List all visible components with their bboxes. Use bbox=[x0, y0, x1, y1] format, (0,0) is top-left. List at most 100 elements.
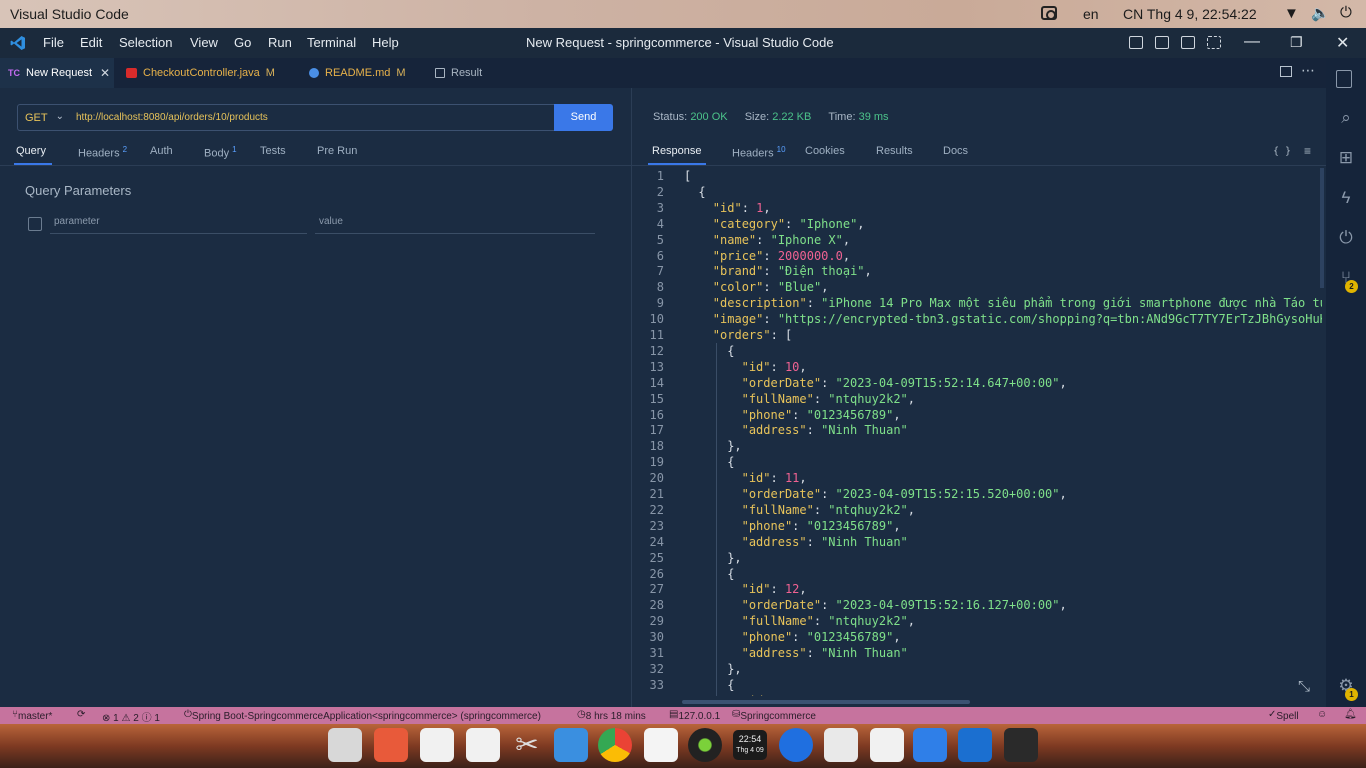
tab-query[interactable]: Query bbox=[16, 145, 46, 157]
expand-icon[interactable]: ⤡ bbox=[1298, 678, 1310, 695]
search-icon[interactable]: ⌕ bbox=[1336, 108, 1356, 128]
chrome-icon[interactable] bbox=[598, 728, 632, 762]
menu-run[interactable]: Run bbox=[268, 35, 292, 50]
os-clock[interactable]: CN Thg 4 9, 22:54:22 bbox=[1123, 6, 1257, 22]
value-input[interactable]: value bbox=[315, 212, 595, 234]
github-desktop-icon[interactable] bbox=[644, 728, 678, 762]
tab-response-headers[interactable]: Headers 10 bbox=[732, 145, 786, 160]
menu-view[interactable]: View bbox=[190, 35, 218, 50]
thunder-client-activity-icon[interactable]: ϟ bbox=[1336, 188, 1356, 208]
explorer-icon[interactable] bbox=[1336, 70, 1352, 88]
vscode-dock-icon[interactable] bbox=[958, 728, 992, 762]
send-button[interactable]: Send bbox=[554, 104, 613, 131]
json-token: , bbox=[864, 264, 872, 279]
tab-results[interactable]: Results bbox=[876, 145, 913, 157]
window-manager-icon[interactable] bbox=[554, 728, 588, 762]
toggle-panel-icon[interactable] bbox=[1155, 36, 1169, 49]
line-content: "description": "iPhone 14 Pro Max một si… bbox=[713, 295, 1322, 311]
tab-auth[interactable]: Auth bbox=[150, 145, 173, 157]
tab-readme[interactable]: README.md M bbox=[309, 58, 406, 88]
input-language-indicator[interactable]: en bbox=[1083, 6, 1099, 22]
restore-window-icon[interactable]: ❐ bbox=[1290, 34, 1303, 51]
db-name[interactable]: ⛁ Springcommerce bbox=[732, 709, 816, 722]
camera-app-icon[interactable] bbox=[824, 728, 858, 762]
parameter-input[interactable]: parameter bbox=[50, 212, 307, 234]
spring-boot-dashboard-icon[interactable]: ⏻ bbox=[1336, 228, 1356, 248]
split-editor-icon[interactable] bbox=[1280, 66, 1292, 77]
problems-indicator[interactable]: ⊗ 1 ⚠ 2 ⓘ 1 bbox=[102, 709, 160, 724]
spring-app-label: Spring Boot-SpringcommerceApplication<sp… bbox=[191, 711, 541, 722]
screenshot-tool-icon[interactable]: ✂ bbox=[510, 728, 544, 762]
tab-result[interactable]: Result bbox=[435, 58, 482, 88]
tab-tests[interactable]: Tests bbox=[260, 145, 286, 157]
file-manager-icon[interactable] bbox=[328, 728, 362, 762]
update-manager-icon[interactable] bbox=[913, 728, 947, 762]
volume-icon[interactable]: 🔈 bbox=[1311, 4, 1330, 22]
feedback-icon[interactable]: ☺ bbox=[1317, 709, 1327, 720]
vertical-scrollbar[interactable] bbox=[1320, 168, 1324, 288]
menu-help[interactable]: Help bbox=[372, 35, 399, 50]
line-number: 14 bbox=[649, 375, 664, 390]
wifi-icon[interactable]: ▼ bbox=[1284, 5, 1299, 22]
json-token: , bbox=[907, 614, 916, 629]
spring-boot-app-status[interactable]: ⏻ Spring Boot-SpringcommerceApplication<… bbox=[184, 709, 541, 722]
json-token: "image" bbox=[712, 312, 764, 327]
status-value: 200 OK bbox=[690, 111, 728, 123]
wrap-lines-icon[interactable]: ≡ bbox=[1304, 144, 1311, 158]
json-token: "fullName" bbox=[741, 391, 814, 406]
menu-go[interactable]: Go bbox=[234, 35, 251, 50]
tab-response[interactable]: Response bbox=[652, 145, 702, 157]
os-active-app-name[interactable]: Visual Studio Code bbox=[10, 6, 129, 22]
toggle-primary-sidebar-icon[interactable] bbox=[1129, 36, 1143, 49]
tab-headers[interactable]: Headers 2 bbox=[78, 145, 127, 160]
extensions-icon[interactable]: ⊞ bbox=[1336, 148, 1356, 168]
line-content: }, bbox=[727, 661, 741, 677]
format-json-icon[interactable]: { } bbox=[1273, 146, 1291, 157]
menu-selection[interactable]: Selection bbox=[119, 35, 172, 50]
line-number: 23 bbox=[649, 518, 664, 533]
method-select[interactable]: GET ⌄ bbox=[17, 104, 71, 131]
line-number: 13 bbox=[649, 359, 664, 374]
param-enable-checkbox[interactable] bbox=[28, 217, 42, 231]
git-branch[interactable]: ⑂ master* bbox=[12, 709, 52, 722]
tab-body[interactable]: Body 1 bbox=[204, 145, 237, 160]
menu-edit[interactable]: Edit bbox=[80, 35, 102, 50]
tab-checkout-controller[interactable]: CheckoutController.java M bbox=[126, 58, 275, 88]
code-line: 9 "description": "iPhone 14 Pro Max một s… bbox=[632, 295, 1322, 311]
dock-clock[interactable]: 22:54 Thg 4 09 bbox=[733, 730, 767, 760]
more-actions-icon[interactable]: ⋯ bbox=[1301, 62, 1315, 79]
sync-icon[interactable]: ⟳ bbox=[77, 709, 85, 720]
db-host[interactable]: ▤ 127.0.0.1 bbox=[669, 709, 720, 722]
close-window-icon[interactable]: ✕ bbox=[1336, 33, 1349, 53]
time-tracker[interactable]: ◷ 8 hrs 18 mins bbox=[577, 709, 646, 722]
screenshot-camera-icon[interactable] bbox=[1041, 6, 1057, 20]
line-number: 9 bbox=[656, 296, 664, 311]
image-viewer-icon[interactable] bbox=[374, 728, 408, 762]
url-input[interactable]: http://localhost:8080/api/orders/10/prod… bbox=[70, 104, 555, 131]
toggle-secondary-sidebar-icon[interactable] bbox=[1181, 36, 1195, 49]
menu-terminal[interactable]: Terminal bbox=[307, 35, 356, 50]
trash-icon[interactable] bbox=[870, 728, 904, 762]
line-content: "fullName": "ntqhuy2k2", bbox=[742, 391, 915, 407]
power-icon[interactable]: ⏻ bbox=[1340, 4, 1352, 21]
media-player-icon[interactable] bbox=[688, 728, 722, 762]
tab-cookies[interactable]: Cookies bbox=[805, 145, 845, 157]
horizontal-scrollbar[interactable] bbox=[682, 700, 970, 704]
notifications-bell-icon[interactable]: 🔔︎ bbox=[1344, 709, 1357, 720]
wps-office-icon[interactable] bbox=[779, 728, 813, 762]
spell-checker[interactable]: ✓ Spell bbox=[1268, 709, 1299, 722]
tab-new-request[interactable]: TC New Request ✕ bbox=[0, 58, 114, 88]
line-content: "fullName": "ntqhuy2k2", bbox=[742, 613, 915, 629]
close-tab-icon[interactable]: ✕ bbox=[100, 66, 110, 80]
tab-pre-run[interactable]: Pre Run bbox=[317, 145, 357, 157]
document-viewer-icon[interactable] bbox=[420, 728, 454, 762]
response-body-editor[interactable]: 1[2{3 "id": 1, 4 "category": "Iphone", 5 "nam… bbox=[632, 168, 1322, 696]
json-token: : bbox=[792, 518, 807, 533]
customize-layout-icon[interactable] bbox=[1207, 36, 1221, 49]
terminal-icon[interactable] bbox=[1004, 728, 1038, 762]
minimize-window-icon[interactable]: — bbox=[1244, 33, 1260, 51]
tab-docs[interactable]: Docs bbox=[943, 145, 968, 157]
text-editor-icon[interactable] bbox=[466, 728, 500, 762]
menu-file[interactable]: File bbox=[43, 35, 64, 50]
json-token: : bbox=[792, 630, 807, 645]
